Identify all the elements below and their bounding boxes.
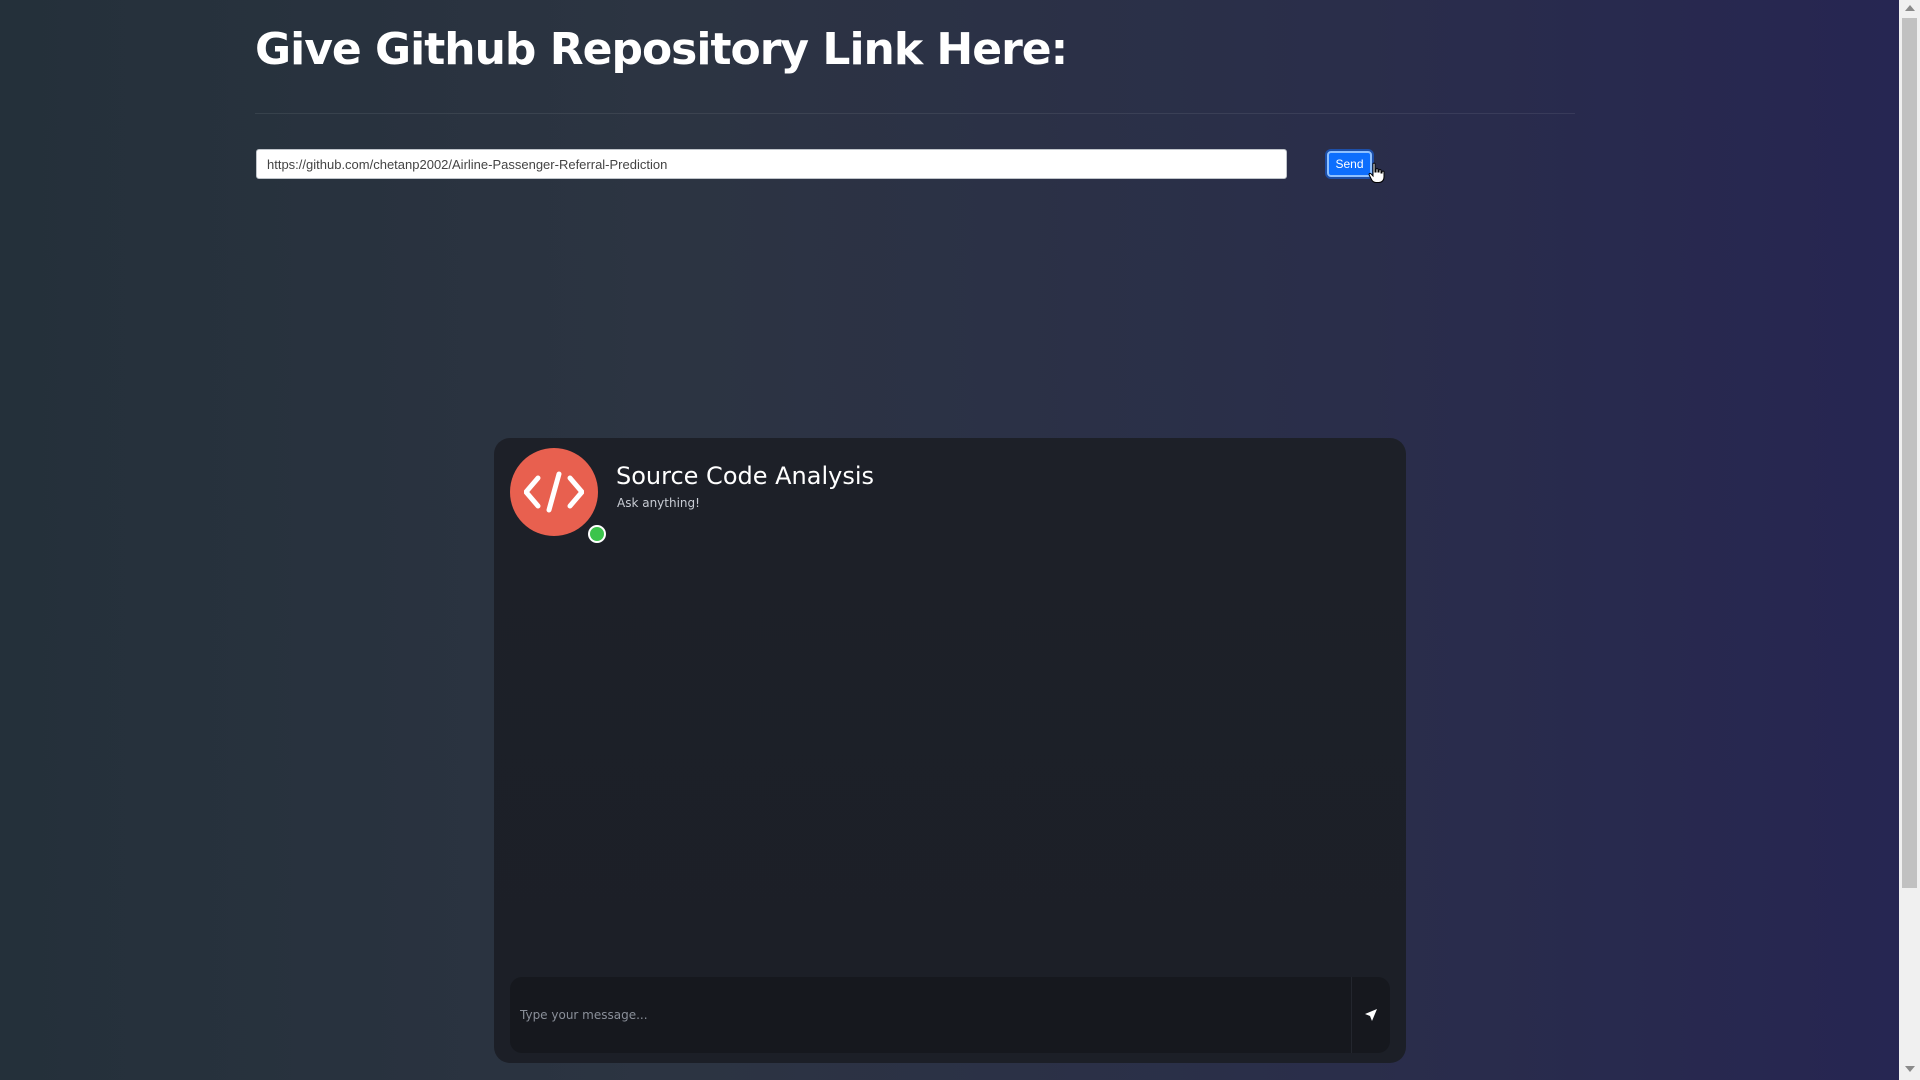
scrollbar-thumb[interactable] [1902,18,1917,888]
scroll-up-arrow-icon[interactable] [1905,5,1915,11]
vertical-scrollbar[interactable] [1899,0,1920,1080]
chat-card: Source Code Analysis Ask anything! [494,438,1406,1063]
repo-url-input[interactable] [256,149,1287,179]
chat-title: Source Code Analysis [616,462,875,490]
message-list [510,548,1390,1008]
divider [255,113,1575,114]
avatar [510,448,606,543]
message-input[interactable] [510,977,1350,1053]
page-title: Give Github Repository Link Here: [255,24,1068,75]
message-composer [510,977,1390,1053]
code-icon [524,471,584,513]
online-status-dot [588,525,606,543]
scroll-down-arrow-icon[interactable] [1905,1066,1915,1072]
send-button[interactable]: Send [1327,151,1372,177]
chat-subtitle: Ask anything! [617,496,700,510]
hand-cursor-icon [1368,162,1385,183]
send-message-button[interactable] [1352,977,1390,1053]
paper-plane-icon [1365,1009,1377,1021]
